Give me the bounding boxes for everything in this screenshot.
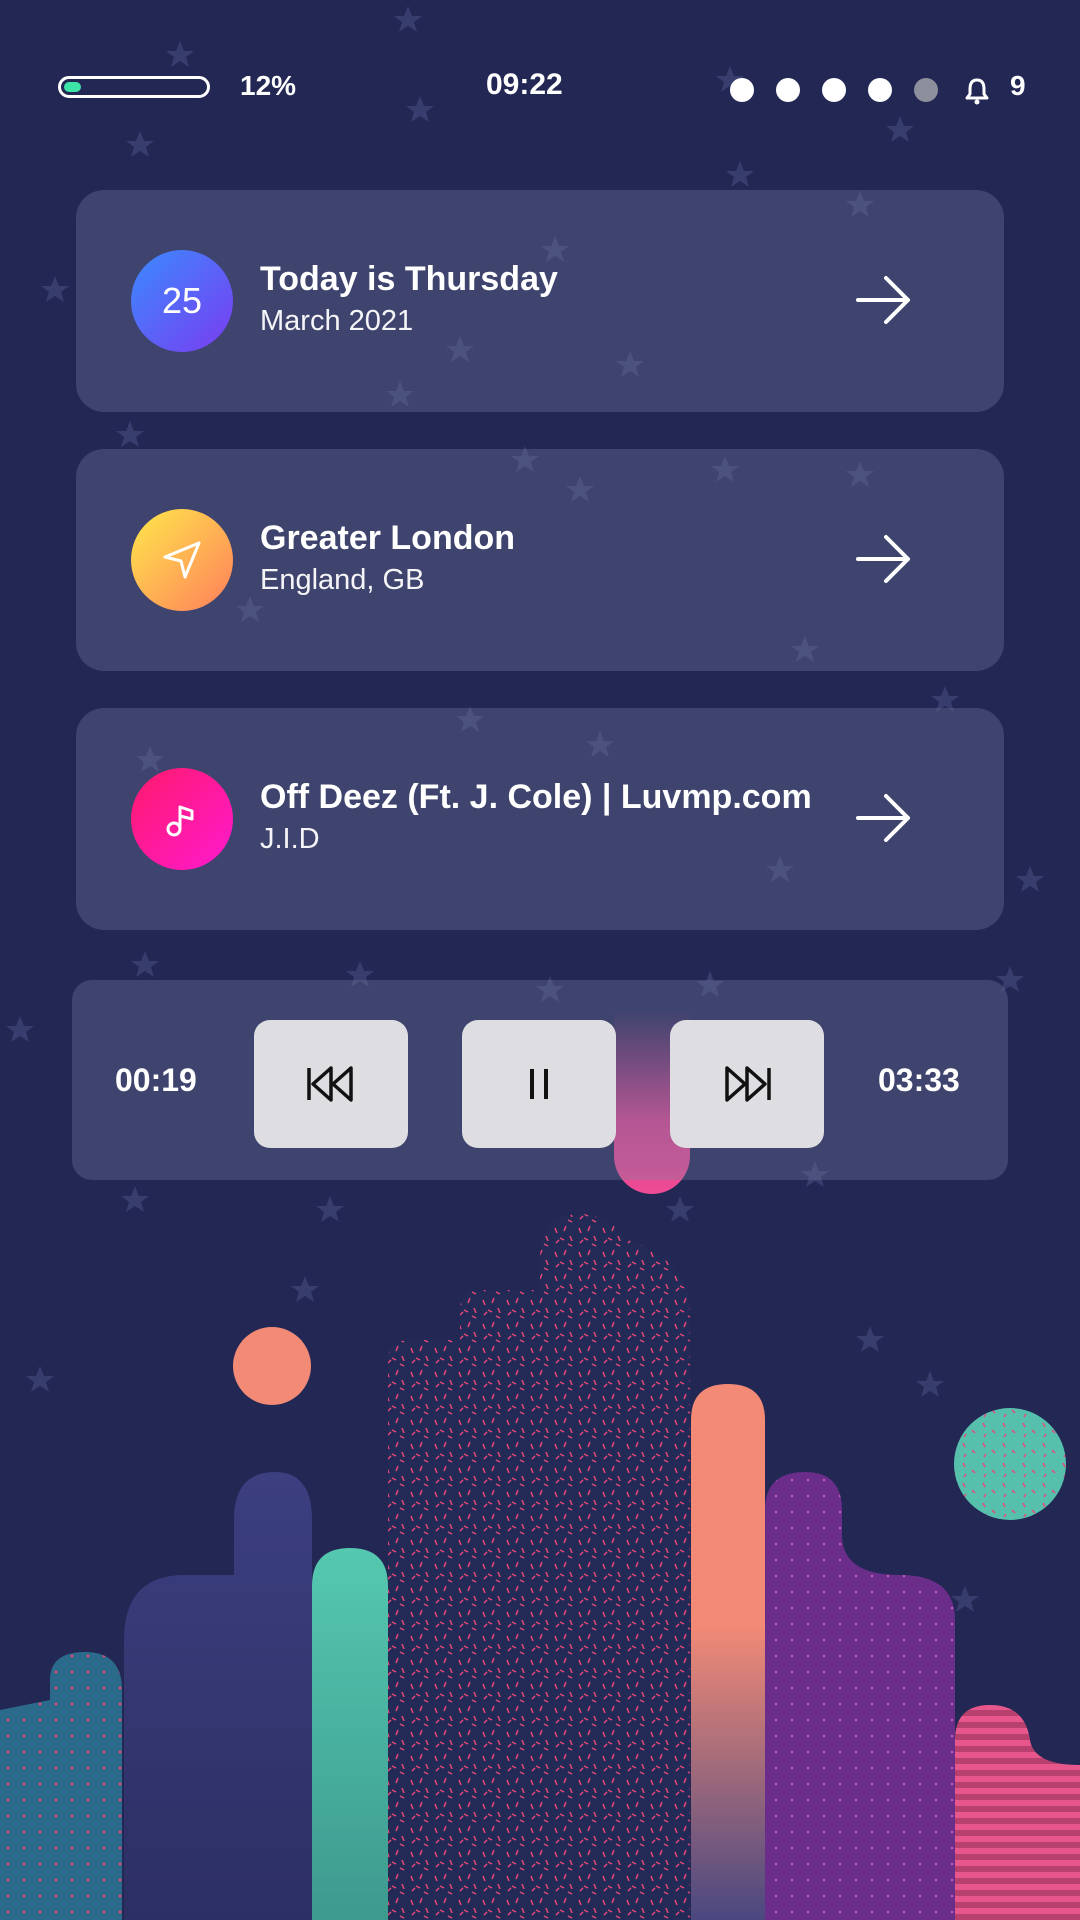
total-duration: 03:33	[878, 1062, 960, 1098]
battery-level-fill	[64, 82, 81, 92]
media-player: 00:19 03:33	[72, 980, 1008, 1180]
date-title: Today is Thursday	[260, 260, 558, 298]
navigation-icon	[163, 541, 201, 579]
signal-dot	[822, 78, 846, 102]
previous-button[interactable]	[254, 1020, 408, 1148]
location-badge	[131, 509, 233, 611]
signal-dot	[776, 78, 800, 102]
track-artist: J.I.D	[260, 823, 320, 855]
arrow-right-icon[interactable]	[854, 788, 914, 848]
arrow-right-icon[interactable]	[854, 270, 914, 330]
coral-circle	[233, 1327, 311, 1405]
track-title: Off Deez (Ft. J. Cole) | Luvmp.com	[260, 778, 812, 816]
music-note-icon	[166, 805, 194, 837]
arrow-right-icon[interactable]	[854, 529, 914, 589]
signal-dot	[868, 78, 892, 102]
clock-time: 09:22	[486, 68, 563, 101]
battery-indicator	[58, 76, 210, 98]
previous-icon	[307, 1066, 353, 1102]
date-card[interactable]: 25 Today is Thursday March 2021	[76, 190, 1004, 412]
status-bar: 12% 09:22 9	[0, 60, 1080, 120]
next-icon	[725, 1066, 771, 1102]
elapsed-time: 00:19	[115, 1062, 197, 1098]
pause-button[interactable]	[462, 1020, 616, 1148]
battery-percent: 12%	[240, 70, 297, 101]
calendar-day-badge: 25	[131, 250, 233, 352]
decorative-skyline-illustration	[0, 1214, 1080, 1920]
next-button[interactable]	[670, 1020, 824, 1148]
signal-dot	[730, 78, 754, 102]
location-card[interactable]: Greater London England, GB	[76, 449, 1004, 671]
music-badge	[131, 768, 233, 870]
bell-icon[interactable]	[962, 76, 992, 106]
pause-icon	[530, 1069, 548, 1099]
signal-dot	[914, 78, 938, 102]
home-screen: 12% 09:22 9 25 Today is Thursday March 2…	[0, 0, 1080, 1920]
location-subtitle: England, GB	[260, 564, 425, 596]
notification-count: 9	[1010, 70, 1026, 101]
now-playing-card[interactable]: Off Deez (Ft. J. Cole) | Luvmp.com J.I.D	[76, 708, 1004, 930]
date-subtitle: March 2021	[260, 305, 414, 337]
day-number: 25	[161, 280, 203, 321]
location-title: Greater London	[260, 519, 516, 557]
teal-circle	[954, 1408, 1066, 1520]
